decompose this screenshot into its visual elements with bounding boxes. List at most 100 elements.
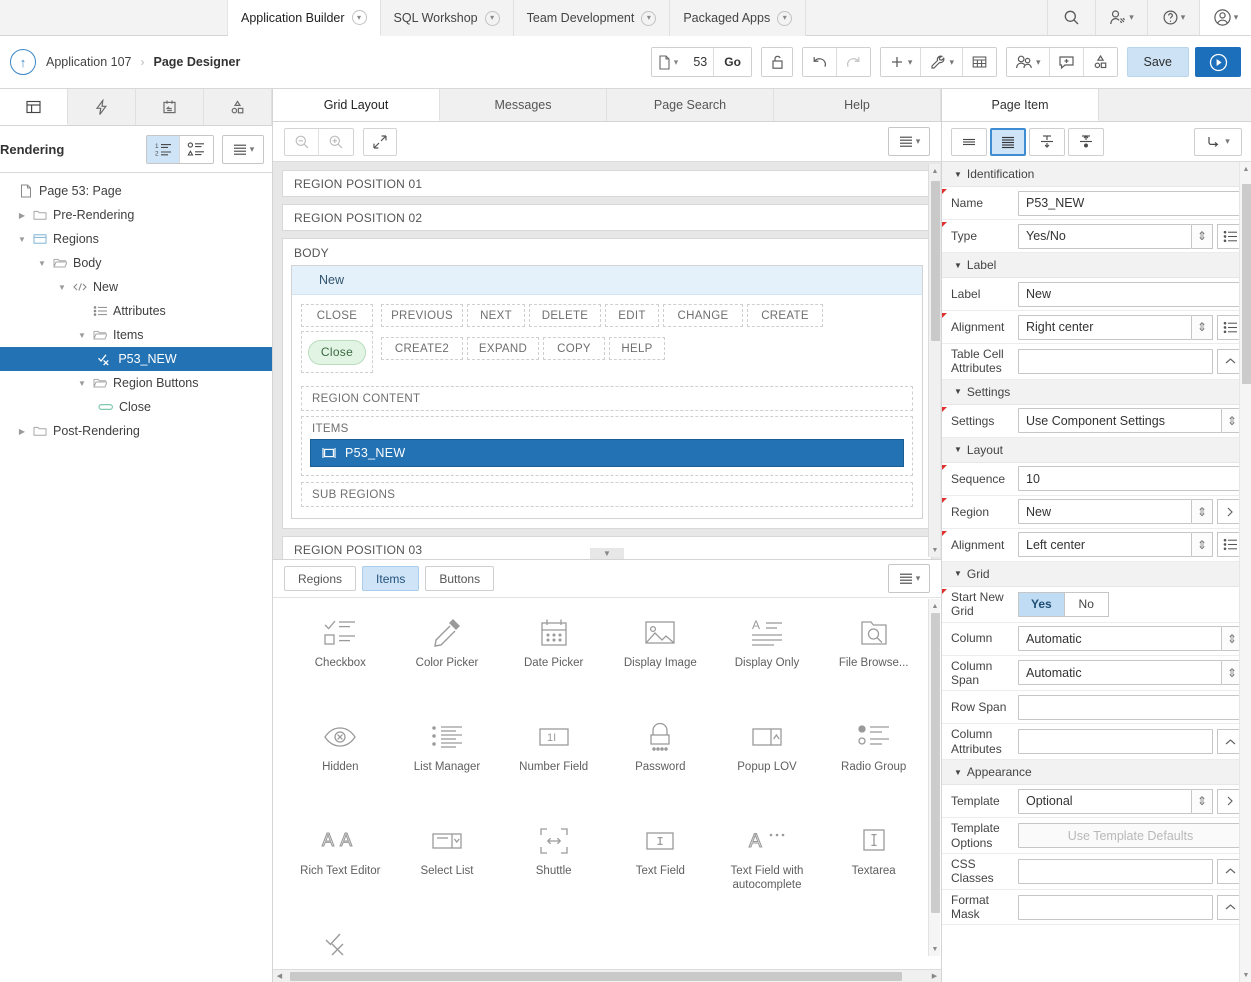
tree-twisty-collapsed[interactable]: ▶ xyxy=(14,427,30,436)
chevron-down-icon[interactable]: ▾ xyxy=(916,573,921,584)
gallery-item-display-only[interactable]: A Display Only xyxy=(714,610,821,704)
button-position-next[interactable]: NEXT xyxy=(467,304,525,327)
tree-node-button-close[interactable]: Close xyxy=(0,395,272,419)
gallery-item-date-picker[interactable]: Date Picker xyxy=(500,610,607,704)
align-expand-icon[interactable] xyxy=(990,127,1026,156)
scroll-thumb[interactable] xyxy=(931,613,940,913)
chevron-down-icon[interactable]: ▾ xyxy=(949,57,954,68)
tree-node-region-new[interactable]: ▼ New xyxy=(0,275,272,299)
page-number-input[interactable]: ▾ 53 xyxy=(651,48,715,76)
gallery-item-password[interactable]: Password xyxy=(607,714,714,808)
row-span-input[interactable] xyxy=(1018,694,1243,720)
column-span-select[interactable]: Automatic xyxy=(1018,660,1222,686)
rendering-menu-button[interactable]: ▾ xyxy=(222,134,264,164)
gallery-item-text-field-autocomplete[interactable]: A Text Field with autocomplete xyxy=(714,818,821,912)
chevron-down-icon[interactable]: ▾ xyxy=(674,57,679,68)
comment-icon[interactable] xyxy=(1049,48,1084,76)
zoom-in-icon[interactable] xyxy=(319,128,353,155)
tree-node-attributes[interactable]: Attributes xyxy=(0,299,272,323)
tab-rendering[interactable] xyxy=(0,89,68,125)
scroll-up-arrow[interactable]: ▲ xyxy=(930,600,940,612)
nav-tab-packaged-apps[interactable]: Packaged Apps ▾ xyxy=(670,0,807,36)
template-options-button[interactable]: Use Template Defaults xyxy=(1018,823,1243,849)
goto-menu-button[interactable]: ▾ xyxy=(1194,127,1242,156)
chevron-down-icon[interactable]: ▾ xyxy=(1181,12,1186,23)
sub-regions-dropzone[interactable]: SUB REGIONS xyxy=(301,482,913,507)
chevron-down-icon[interactable]: ▾ xyxy=(641,10,657,26)
component-view-icon[interactable] xyxy=(180,135,213,163)
scroll-up-arrow[interactable]: ▲ xyxy=(930,165,940,177)
nav-tab-application-builder[interactable]: Application Builder ▾ xyxy=(228,0,381,36)
plus-icon[interactable]: ▾ xyxy=(880,48,922,76)
start-new-grid-no[interactable]: No xyxy=(1064,591,1109,617)
theme-icon[interactable] xyxy=(1083,48,1117,76)
admin-user-icon[interactable]: ▾ xyxy=(1095,0,1147,35)
nav-tab-sql-workshop[interactable]: SQL Workshop ▾ xyxy=(380,0,514,36)
gallery-menu-button[interactable]: ▾ xyxy=(888,564,930,593)
chevron-down-icon[interactable]: ▾ xyxy=(1234,12,1239,23)
gallery-item-textarea[interactable]: Textarea xyxy=(820,818,927,912)
tab-shared-components[interactable] xyxy=(204,89,272,125)
grid-collapse-toggle[interactable]: ▼ xyxy=(590,548,624,559)
zoom-out-icon[interactable] xyxy=(285,128,319,155)
gallery-item-rich-text-editor[interactable]: A A Rich Text Editor xyxy=(287,818,394,912)
chevron-down-icon[interactable]: ▾ xyxy=(1036,57,1041,68)
gallery-item-list-manager[interactable]: List Manager xyxy=(394,714,501,808)
gallery-tab-buttons[interactable]: Buttons xyxy=(425,566,495,591)
tree-node-pre-rendering[interactable]: ▶ Pre-Rendering xyxy=(0,203,272,227)
tree-twisty-expanded[interactable]: ▼ xyxy=(74,331,90,340)
column-attributes-input[interactable] xyxy=(1018,729,1213,755)
button-position-edit[interactable]: EDIT xyxy=(605,304,659,327)
tab-messages[interactable]: Messages xyxy=(440,89,607,121)
label-alignment-select[interactable]: Right center xyxy=(1018,314,1192,340)
run-button[interactable] xyxy=(1195,47,1241,77)
tree-twisty-expanded[interactable]: ▼ xyxy=(54,283,70,292)
tab-help[interactable]: Help xyxy=(774,89,941,121)
sequence-input[interactable]: 10 xyxy=(1018,466,1243,492)
section-settings[interactable]: ▼ Settings xyxy=(942,379,1251,405)
css-classes-input[interactable] xyxy=(1018,858,1213,884)
gallery-item-yesno[interactable]: Yes/No xyxy=(287,922,394,971)
grid-item-p53-new[interactable]: P53_NEW xyxy=(310,439,904,467)
tree-node-body[interactable]: ▼ Body xyxy=(0,251,272,275)
gallery-item-text-field[interactable]: Text Field xyxy=(607,818,714,912)
scroll-down-arrow[interactable]: ▼ xyxy=(1241,969,1251,981)
format-mask-input[interactable] xyxy=(1018,894,1213,920)
nav-tab-team-development[interactable]: Team Development ▾ xyxy=(513,0,671,36)
redo-icon[interactable] xyxy=(836,48,870,76)
gallery-tab-regions[interactable]: Regions xyxy=(284,566,357,591)
scroll-thumb[interactable] xyxy=(1242,184,1251,384)
button-position-close[interactable]: CLOSE xyxy=(301,304,373,327)
spinner-icon[interactable]: ⇕ xyxy=(1192,499,1213,525)
start-new-grid-yes[interactable]: Yes xyxy=(1018,591,1065,617)
scroll-down-arrow[interactable]: ▼ xyxy=(930,544,940,556)
tree-node-regions[interactable]: ▼ Regions xyxy=(0,227,272,251)
align-bottom-icon[interactable] xyxy=(1068,127,1104,156)
tab-processing[interactable] xyxy=(136,89,204,125)
gallery-item-popup-lov[interactable]: Popup LOV xyxy=(714,714,821,808)
grid-vertical-scrollbar[interactable]: ▲ ▼ xyxy=(928,164,940,557)
tree-twisty-expanded[interactable]: ▼ xyxy=(34,259,50,268)
spinner-icon[interactable]: ⇕ xyxy=(1192,532,1213,558)
chevron-down-icon[interactable]: ▾ xyxy=(1129,12,1134,23)
template-select[interactable]: Optional xyxy=(1018,788,1192,814)
button-close[interactable]: Close xyxy=(308,339,366,365)
tree-node-page[interactable]: Page 53: Page xyxy=(0,179,272,203)
gallery-horizontal-scrollbar[interactable]: ◀ ▶ xyxy=(273,969,941,982)
button-position-help[interactable]: HELP xyxy=(609,337,665,360)
spinner-icon[interactable]: ⇕ xyxy=(1192,788,1213,814)
tree-node-p53-new[interactable]: P53_NEW xyxy=(0,347,272,371)
shared-components-icon[interactable]: ▾ xyxy=(1006,48,1050,76)
numbered-list-icon[interactable]: 1 2 xyxy=(147,135,180,163)
region-content-dropzone[interactable]: REGION CONTENT xyxy=(301,386,913,411)
scroll-track[interactable] xyxy=(286,970,928,982)
scroll-left-arrow[interactable]: ◀ xyxy=(273,972,286,980)
gallery-item-hidden[interactable]: Hidden xyxy=(287,714,394,808)
spinner-icon[interactable]: ⇕ xyxy=(1192,314,1213,340)
go-button[interactable]: Go xyxy=(714,48,751,76)
help-icon[interactable]: ▾ xyxy=(1147,0,1199,35)
settings-select[interactable]: Use Component Settings xyxy=(1018,408,1222,434)
tree-node-items[interactable]: ▼ Items xyxy=(0,323,272,347)
region-position-01[interactable]: REGION POSITION 01 xyxy=(282,170,932,197)
scroll-thumb[interactable] xyxy=(290,971,902,981)
